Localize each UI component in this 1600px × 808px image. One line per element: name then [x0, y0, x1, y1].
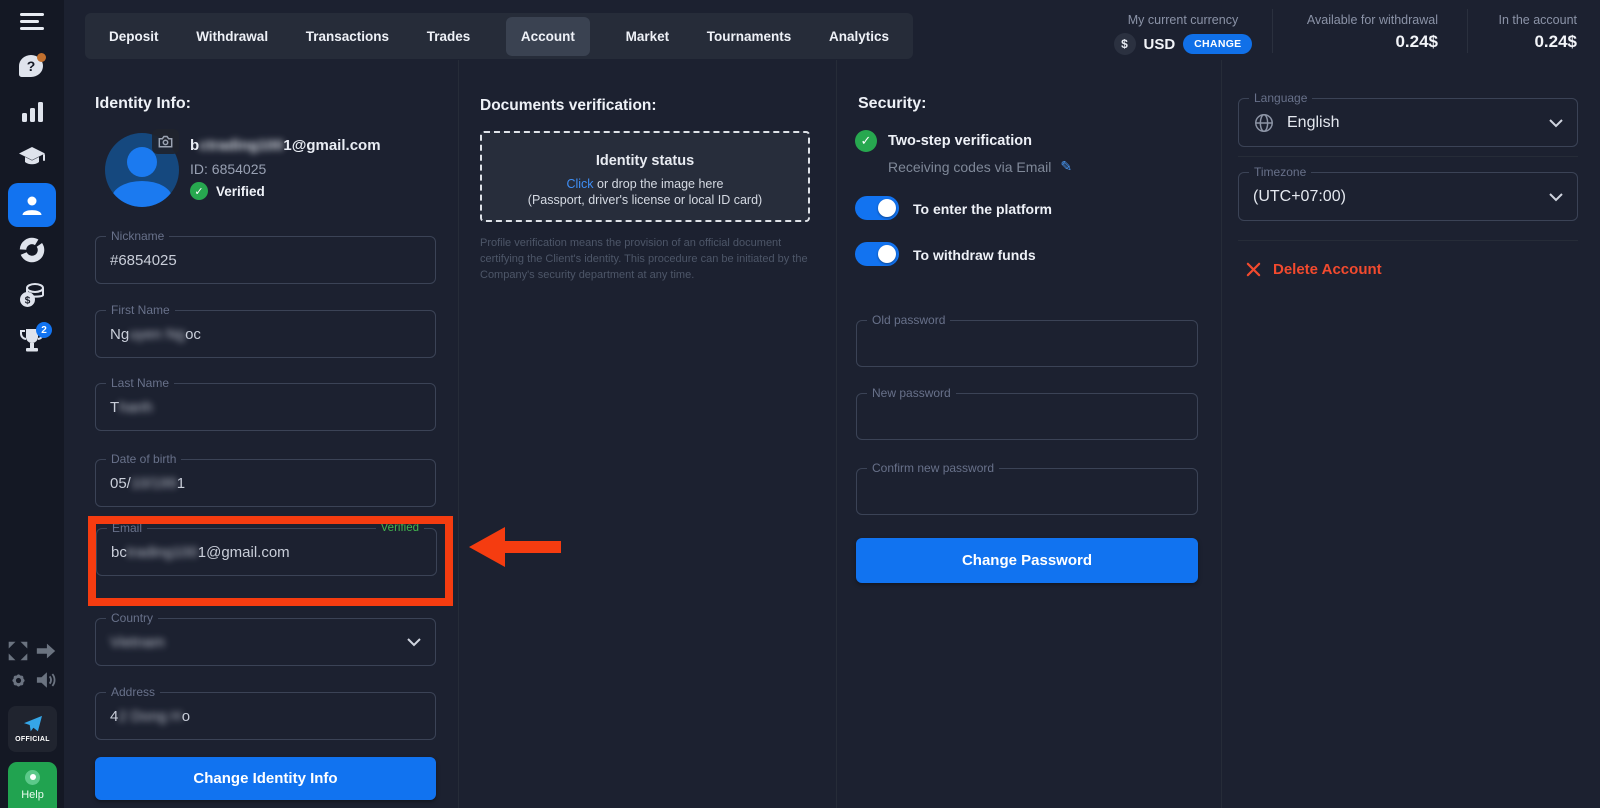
click-upload-link[interactable]: Click — [566, 177, 593, 191]
sidebar: ? $ 2 — [0, 0, 64, 808]
tab-deposit[interactable]: Deposit — [107, 17, 161, 56]
account-balance-value: 0.24$ — [1478, 32, 1577, 52]
help-label: Help — [21, 789, 44, 801]
last-name-field[interactable]: Last Name Thanh — [95, 383, 436, 431]
help-button[interactable]: Help — [8, 762, 57, 808]
notification-dot — [37, 53, 46, 62]
chevron-down-icon — [1549, 193, 1563, 202]
change-identity-info-button[interactable]: Change Identity Info — [95, 757, 436, 800]
delete-account-button[interactable]: Delete Account — [1246, 261, 1382, 278]
nickname-field[interactable]: Nickname #6854025 — [95, 236, 436, 284]
dropzone-accepted-docs: (Passport, driver's license or local ID … — [482, 193, 808, 207]
dropzone-title: Identity status — [482, 153, 808, 169]
toggle-enter-platform-label: To enter the platform — [913, 201, 1052, 217]
currency-code: USD — [1144, 36, 1176, 53]
highlight-red-arrow — [467, 521, 561, 578]
tab-market[interactable]: Market — [624, 17, 672, 56]
check-icon: ✓ — [190, 182, 208, 200]
security-section-title: Security: — [858, 95, 926, 113]
email-field[interactable]: Email Verified bctrading1001@gmail.com — [96, 528, 437, 576]
toggle-withdraw-funds-label: To withdraw funds — [913, 247, 1036, 263]
top-tab-bar: Deposit Withdrawal Transactions Trades A… — [85, 13, 913, 59]
header-divider-2 — [1467, 9, 1468, 53]
tab-transactions[interactable]: Transactions — [304, 17, 391, 56]
identity-document-dropzone[interactable]: Identity status Click or drop the image … — [480, 131, 810, 222]
confirm-new-password-input[interactable]: Confirm new password — [856, 468, 1198, 515]
telegram-plane-icon — [23, 715, 43, 733]
tab-withdrawal[interactable]: Withdrawal — [194, 17, 270, 56]
tournament-trophy-icon[interactable]: 2 — [0, 328, 64, 353]
new-password-input[interactable]: New password — [856, 393, 1198, 440]
withdrawal-label: Available for withdrawal — [1296, 13, 1438, 27]
cashback-donut-icon[interactable] — [0, 237, 64, 263]
globe-icon — [1253, 112, 1275, 134]
official-telegram-link[interactable]: OFFICIAL — [8, 706, 57, 752]
arrow-right-icon[interactable] — [14, 640, 78, 662]
currency-label: My current currency — [1108, 13, 1258, 27]
identity-section-title: Identity Info: — [95, 95, 191, 113]
coins-icon[interactable]: $ — [0, 281, 64, 309]
currency-block: My current currency $ USD CHANGE — [1108, 13, 1258, 55]
camera-icon[interactable] — [152, 129, 179, 154]
country-select[interactable]: Country Vietnam — [95, 618, 436, 666]
user-email-header: bctrading1001@gmail.com — [190, 137, 381, 154]
official-label: OFFICIAL — [15, 736, 50, 743]
education-cap-icon[interactable] — [0, 146, 64, 169]
support-chat-icon[interactable]: ? — [0, 55, 64, 79]
column-divider-2 — [836, 60, 837, 808]
verified-status: ✓ Verified — [190, 182, 265, 200]
change-password-button[interactable]: Change Password — [856, 538, 1198, 583]
account-balance-label: In the account — [1478, 13, 1577, 27]
sound-speaker-icon[interactable] — [14, 670, 78, 690]
timezone-select[interactable]: Timezone (UTC+07:00) — [1238, 172, 1578, 221]
toggle-withdraw-funds[interactable] — [855, 242, 899, 266]
svg-text:$: $ — [25, 296, 31, 307]
tab-account[interactable]: Account — [506, 17, 590, 56]
two-step-label: Two-step verification — [888, 133, 1032, 149]
tournament-badge: 2 — [36, 322, 52, 338]
profile-person-icon — [19, 193, 45, 217]
chevron-down-icon — [1549, 119, 1563, 128]
bar-chart-icon[interactable] — [0, 102, 64, 122]
verification-note: Profile verification means the provision… — [480, 236, 812, 284]
first-name-field[interactable]: First Name Nguyen Ngoc — [95, 310, 436, 358]
toggle-enter-platform[interactable] — [855, 196, 899, 220]
email-verified-badge: Verified — [376, 522, 424, 534]
header-divider — [1272, 9, 1273, 53]
row-divider — [1238, 156, 1578, 157]
dropzone-instructions: Click or drop the image here — [482, 177, 808, 191]
documents-section-title: Documents verification: — [480, 97, 657, 115]
column-divider-1 — [458, 60, 459, 808]
column-divider-3 — [1221, 60, 1222, 808]
tab-tournaments[interactable]: Tournaments — [705, 17, 794, 56]
change-currency-button[interactable]: CHANGE — [1183, 34, 1252, 54]
sidebar-item-profile[interactable] — [8, 183, 56, 227]
two-step-check-icon: ✓ — [855, 130, 877, 152]
tab-trades[interactable]: Trades — [425, 17, 473, 56]
account-balance-block: In the account 0.24$ — [1478, 13, 1577, 52]
edit-pencil-icon[interactable]: ✎ — [1060, 158, 1072, 175]
x-close-icon — [1246, 262, 1261, 277]
help-status-icon — [25, 770, 40, 785]
user-id: ID: 6854025 — [190, 161, 266, 177]
tab-analytics[interactable]: Analytics — [827, 17, 891, 56]
language-select[interactable]: Language English — [1238, 98, 1578, 147]
chevron-down-icon — [407, 638, 421, 647]
row-divider-2 — [1238, 240, 1578, 241]
withdrawal-balance-block: Available for withdrawal 0.24$ — [1296, 13, 1438, 52]
address-field[interactable]: Address 42 Dong Ho — [95, 692, 436, 740]
date-of-birth-field[interactable]: Date of birth 05/10/1991 — [95, 459, 436, 507]
receiving-codes-label: Receiving codes via Email — [888, 159, 1051, 175]
account-settings-page: ? $ 2 — [0, 0, 1600, 808]
old-password-input[interactable]: Old password — [856, 320, 1198, 367]
withdrawal-value: 0.24$ — [1296, 32, 1438, 52]
dollar-icon: $ — [1114, 33, 1136, 55]
hamburger-menu-icon[interactable] — [0, 13, 64, 30]
